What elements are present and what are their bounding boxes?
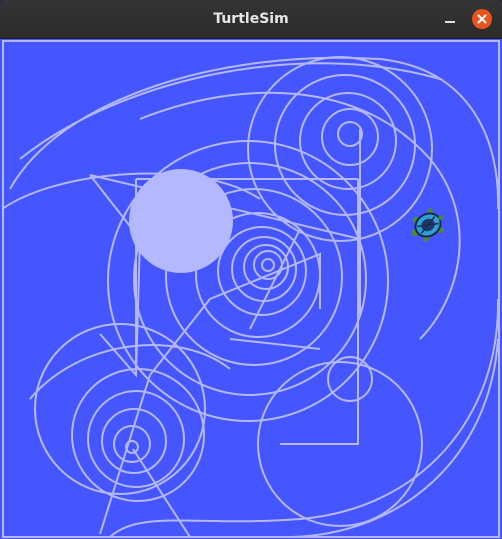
turtlesim-window: TurtleSim [0,0,502,539]
turtle-icon [411,208,444,242]
minimize-icon [445,21,455,23]
window-title: TurtleSim [213,11,289,27]
filled-circle [129,169,233,273]
title-bar[interactable]: TurtleSim [0,0,502,39]
close-icon [477,14,487,24]
turtle-drawing [1,40,500,538]
pen-trails [1,40,500,538]
drawing-canvas [0,39,502,539]
minimize-button[interactable] [440,9,460,29]
close-button[interactable] [472,9,492,29]
